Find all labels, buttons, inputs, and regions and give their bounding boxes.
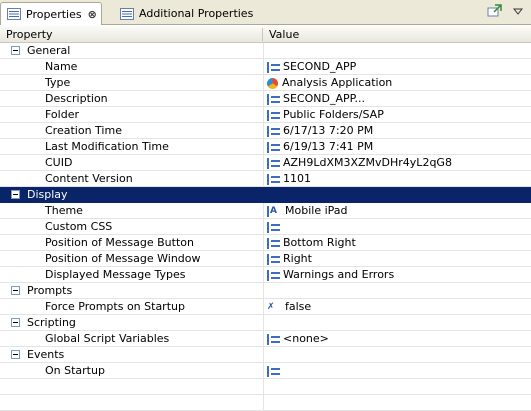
table-row[interactable]: Content Version 1101 (0, 171, 531, 187)
text-value-icon (267, 237, 280, 249)
category-row-events[interactable]: Events (0, 347, 531, 363)
text-value-icon (267, 125, 280, 137)
view-tab-bar: Properties ⊗ Additional Properties (0, 0, 531, 25)
collapse-icon[interactable] (11, 286, 20, 295)
table-row[interactable]: On Startup (0, 363, 531, 379)
property-label: Creation Time (45, 124, 122, 137)
property-value[interactable]: <none> (283, 331, 329, 347)
collapse-icon[interactable] (11, 350, 20, 359)
text-value-icon (267, 157, 280, 169)
property-label: On Startup (45, 364, 105, 377)
property-value[interactable]: Mobile iPad (285, 203, 348, 219)
category-label: General (27, 44, 71, 57)
text-value-icon (267, 141, 280, 153)
table-row[interactable]: Position of Message Window Right (0, 251, 531, 267)
table-row[interactable]: Last Modification Time 6/19/13 7:41 PM (0, 139, 531, 155)
property-table: General Name SECOND_APP Type Analysis Ap… (0, 43, 531, 411)
property-value[interactable]: AZH9LdXM3XZMvDHr4yL2qG8 (283, 155, 452, 171)
category-row-prompts[interactable]: Prompts (0, 283, 531, 299)
table-row[interactable]: Custom CSS (0, 219, 531, 235)
tab-properties[interactable]: Properties ⊗ (0, 2, 102, 25)
category-label: Display (27, 188, 68, 201)
property-value[interactable]: SECOND_APP... (283, 91, 365, 107)
tab-additional-properties-label: Additional Properties (139, 7, 254, 20)
view-toolbar (487, 4, 524, 21)
property-value[interactable]: Warnings and Errors (283, 267, 394, 283)
property-value[interactable]: Bottom Right (283, 235, 356, 251)
table-row[interactable]: Force Prompts on Startup ✗ false (0, 299, 531, 315)
property-label: Name (45, 60, 78, 73)
property-label: Last Modification Time (45, 140, 169, 153)
category-row-general[interactable]: General (0, 43, 531, 59)
table-row[interactable]: Theme A Mobile iPad (0, 203, 531, 219)
property-label: Description (45, 92, 108, 105)
property-label: Type (45, 76, 71, 89)
property-label: Position of Message Window (45, 252, 201, 265)
close-icon[interactable]: ⊗ (88, 8, 97, 21)
text-value-icon (267, 173, 280, 185)
collapse-icon[interactable] (11, 190, 20, 199)
property-label: CUID (45, 156, 73, 169)
collapse-icon[interactable] (11, 318, 20, 327)
pin-icon[interactable] (487, 4, 503, 21)
property-value[interactable]: 1101 (283, 171, 311, 187)
tab-additional-properties[interactable]: Additional Properties (114, 2, 253, 25)
table-header: Property Value (0, 26, 531, 43)
theme-icon: A (267, 205, 282, 217)
text-value-icon (267, 109, 280, 121)
view-menu-icon[interactable] (512, 6, 524, 19)
text-value-icon (267, 333, 280, 345)
table-row[interactable]: Description SECOND_APP... (0, 91, 531, 107)
properties-icon (120, 7, 134, 20)
property-label: Theme (45, 204, 83, 217)
property-value[interactable]: false (285, 299, 311, 315)
property-label: Content Version (45, 172, 133, 185)
table-row[interactable]: Displayed Message Types Warnings and Err… (0, 267, 531, 283)
property-value[interactable]: 6/19/13 7:41 PM (283, 139, 373, 155)
category-row-display[interactable]: Display (0, 187, 531, 203)
property-label: Custom CSS (45, 220, 113, 233)
table-row[interactable]: Creation Time 6/17/13 7:20 PM (0, 123, 531, 139)
text-value-icon (267, 269, 280, 281)
category-label: Prompts (27, 284, 73, 297)
category-row-scripting[interactable]: Scripting (0, 315, 531, 331)
property-value[interactable]: Public Folders/SAP (283, 107, 384, 123)
text-value-icon (267, 253, 280, 265)
category-label: Scripting (27, 316, 76, 329)
collapse-icon[interactable] (11, 46, 20, 55)
table-row[interactable]: Folder Public Folders/SAP (0, 107, 531, 123)
property-value[interactable]: SECOND_APP (283, 59, 356, 75)
empty-row (0, 395, 531, 411)
column-header-value[interactable]: Value (263, 26, 299, 43)
text-value-icon (267, 93, 280, 105)
text-value-icon (267, 61, 280, 73)
table-row[interactable]: Name SECOND_APP (0, 59, 531, 75)
table-row[interactable]: CUID AZH9LdXM3XZMvDHr4yL2qG8 (0, 155, 531, 171)
property-value[interactable]: Right (283, 251, 312, 267)
tab-properties-label: Properties (26, 7, 82, 21)
property-label: Displayed Message Types (45, 268, 186, 281)
boolean-value-icon: ✗ (267, 301, 275, 312)
table-row[interactable]: Type Analysis Application (0, 75, 531, 91)
property-label: Force Prompts on Startup (45, 300, 185, 313)
property-label: Position of Message Button (45, 236, 194, 249)
text-value-icon (267, 365, 280, 377)
table-row[interactable]: Global Script Variables <none> (0, 331, 531, 347)
property-value[interactable]: 6/17/13 7:20 PM (283, 123, 373, 139)
analysis-application-icon (267, 77, 278, 89)
property-label: Folder (45, 108, 79, 121)
property-label: Global Script Variables (45, 332, 170, 345)
text-value-icon (267, 221, 280, 233)
category-label: Events (27, 348, 65, 361)
table-row[interactable]: Position of Message Button Bottom Right (0, 235, 531, 251)
empty-row (0, 379, 531, 395)
property-value[interactable]: Analysis Application (282, 75, 392, 91)
column-header-property[interactable]: Property (0, 26, 53, 43)
properties-icon (7, 8, 21, 20)
